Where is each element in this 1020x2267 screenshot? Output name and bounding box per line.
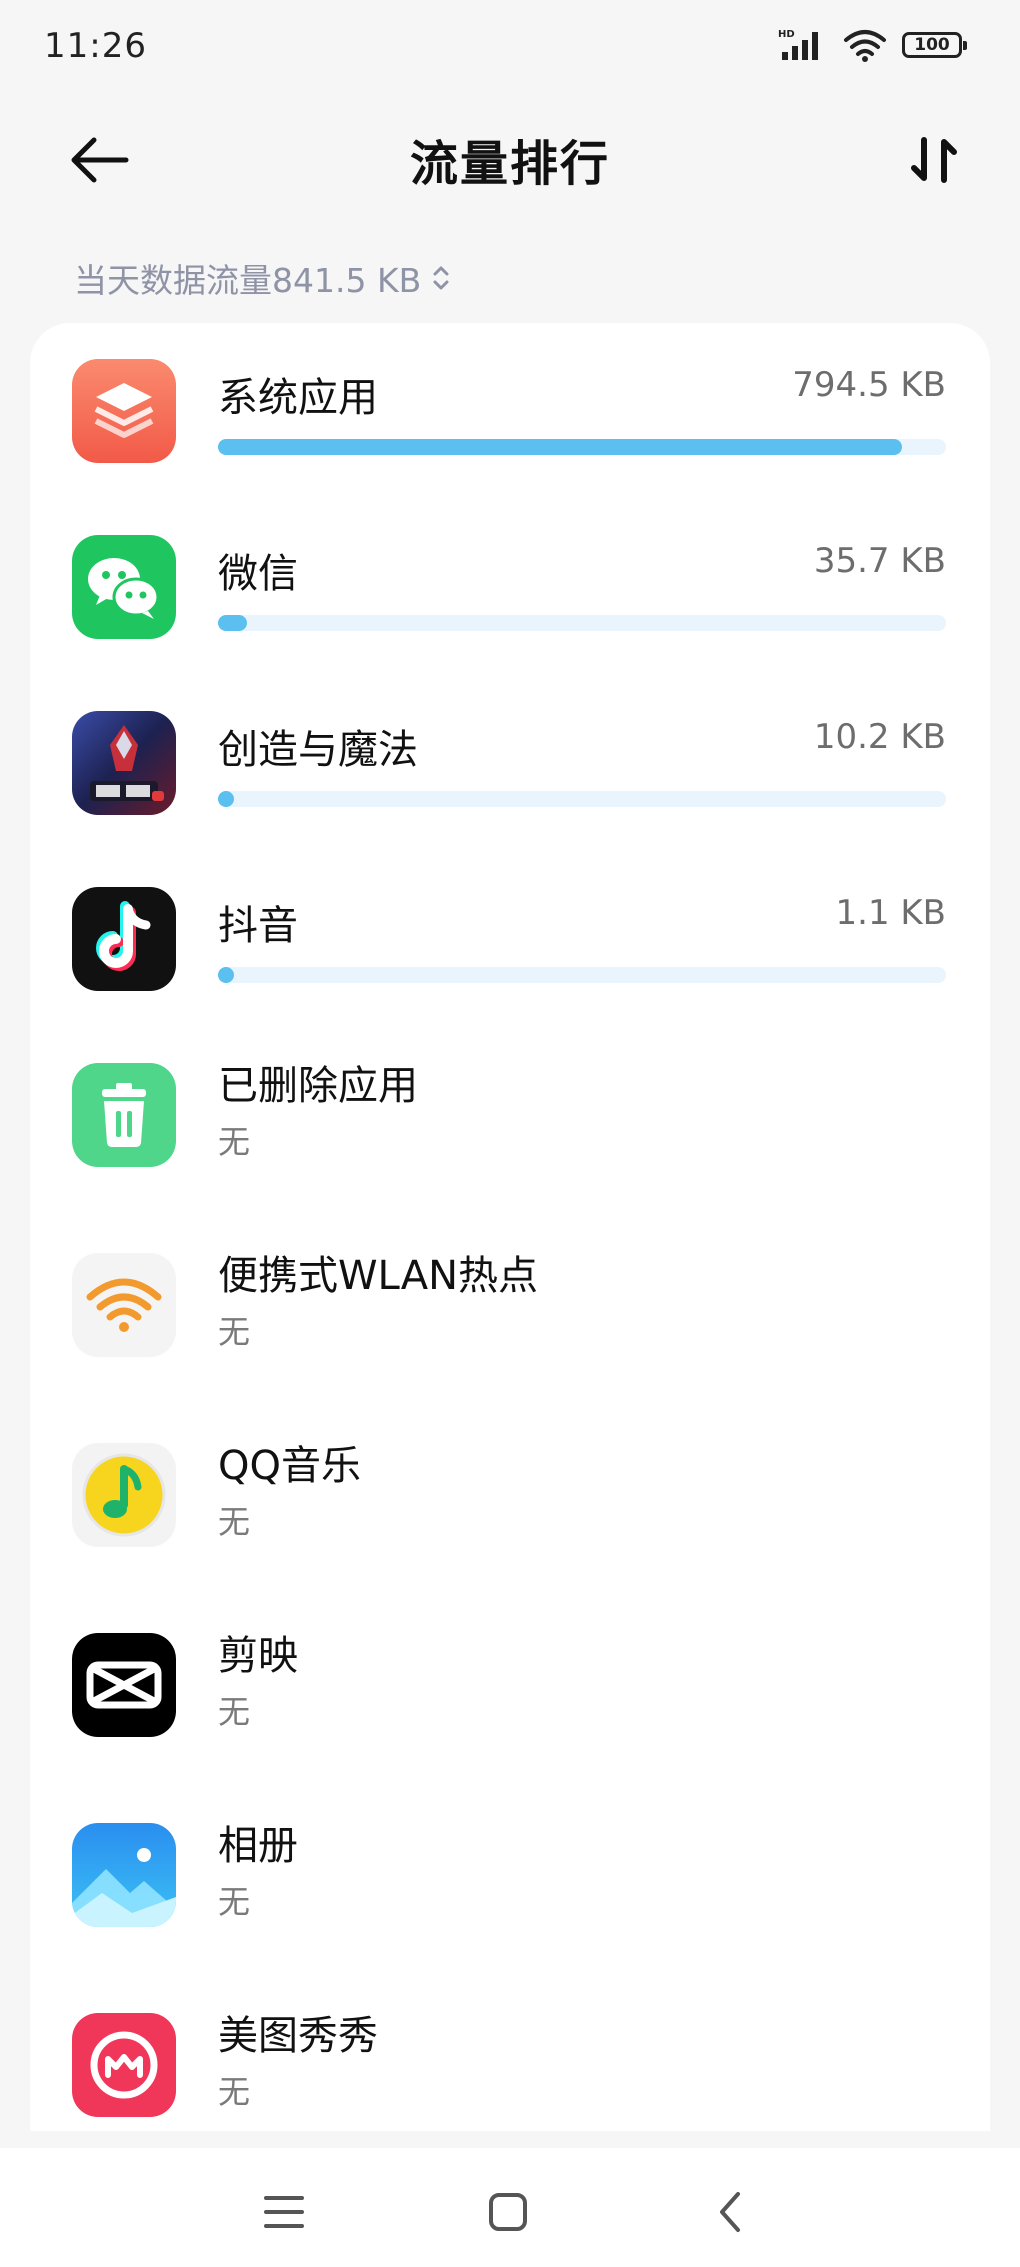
list-item[interactable]: 剪映 无 (30, 1597, 990, 1787)
sort-button[interactable] (904, 128, 964, 192)
list-item[interactable]: 便携式WLAN热点 无 (30, 1217, 990, 1407)
daily-usage-label: 当天数据流量841.5 KB (74, 261, 422, 300)
app-usage-none: 无 (218, 1693, 251, 1731)
wifi-icon (844, 30, 886, 62)
app-name: 创造与魔法 (218, 727, 418, 773)
app-usage-none: 无 (218, 1123, 251, 1161)
list-item[interactable]: 抖音 1.1 KB (30, 851, 990, 1041)
usage-bar (218, 439, 946, 455)
signal-icon: HD (778, 29, 818, 60)
app-usage-none: 无 (218, 2073, 251, 2111)
network-type-label: HD (778, 29, 795, 40)
app-name: 系统应用 (218, 375, 378, 421)
battery-icon: 100 (902, 32, 967, 58)
app-usage-none: 无 (218, 1503, 251, 1541)
app-name: 微信 (218, 551, 298, 597)
usage-bar (218, 615, 946, 631)
usage-bar (218, 791, 946, 807)
app-usage-list: 系统应用 794.5 KB 微信 35.7 KB 创造与魔法 10.2 KB 抖… (30, 323, 990, 2131)
app-name: 剪映 (218, 1633, 298, 1679)
list-item[interactable]: 美图秀秀 无 (30, 1977, 990, 2131)
list-item[interactable]: 微信 35.7 KB (30, 499, 990, 689)
sort-icon (911, 137, 957, 183)
wechat-icon (72, 535, 176, 639)
app-name: 已删除应用 (218, 1063, 418, 1109)
list-item[interactable]: 系统应用 794.5 KB (30, 323, 990, 513)
app-name: 抖音 (218, 903, 298, 949)
usage-bar-fill (218, 439, 902, 455)
game-icon (72, 711, 176, 815)
list-item[interactable]: 相册 无 (30, 1787, 990, 1977)
menu-icon (264, 2196, 304, 2228)
app-size: 10.2 KB (813, 717, 946, 757)
app-usage-none: 无 (218, 1313, 251, 1351)
status-icons: HD 100 (778, 28, 967, 62)
douyin-icon (72, 887, 176, 991)
system-nav-bar (0, 2148, 1020, 2267)
nav-back-button[interactable] (702, 2182, 762, 2242)
battery-level: 100 (914, 35, 950, 55)
home-button[interactable] (478, 2182, 538, 2242)
system-apps-icon (72, 359, 176, 463)
wifi-hotspot-icon (72, 1253, 176, 1357)
usage-bar-fill (218, 967, 234, 983)
app-size: 794.5 KB (792, 365, 946, 405)
menu-button[interactable] (254, 2182, 314, 2242)
chevron-up-down-icon (433, 266, 449, 290)
qq-music-icon (72, 1443, 176, 1547)
app-size: 35.7 KB (813, 541, 946, 581)
status-time: 11:26 (44, 26, 147, 66)
list-item[interactable]: 已删除应用 无 (30, 1027, 990, 1217)
square-icon (489, 2193, 527, 2231)
app-usage-none: 无 (218, 1883, 251, 1921)
app-name: 美图秀秀 (218, 2013, 378, 2059)
meitu-icon (72, 2013, 176, 2117)
list-item[interactable]: QQ音乐 无 (30, 1407, 990, 1597)
app-header: 流量排行 (0, 110, 1020, 210)
usage-bar-fill (218, 791, 234, 807)
usage-bar (218, 967, 946, 983)
usage-bar-fill (218, 615, 247, 631)
app-size: 1.1 KB (835, 893, 947, 933)
page-title: 流量排行 (409, 136, 610, 192)
trash-icon (72, 1063, 176, 1167)
chevron-left-icon (720, 2192, 740, 2232)
app-name: 便携式WLAN热点 (218, 1253, 539, 1299)
list-item[interactable]: 创造与魔法 10.2 KB (30, 675, 990, 865)
status-bar: 11:26 HD 100 (0, 0, 1020, 92)
capcut-icon (72, 1633, 176, 1737)
app-name: QQ音乐 (218, 1443, 361, 1489)
app-name: 相册 (218, 1823, 298, 1869)
daily-usage-selector[interactable]: 当天数据流量841.5 KB (74, 254, 451, 302)
gallery-icon (72, 1823, 176, 1927)
